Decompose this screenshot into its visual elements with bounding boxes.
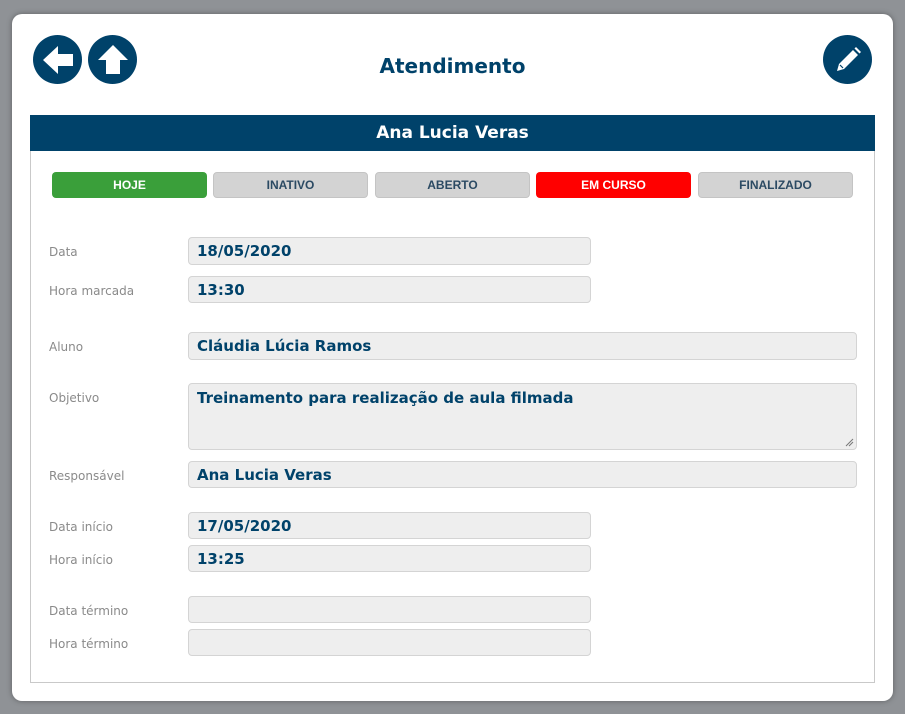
hora-inicio-label: Hora início	[49, 553, 114, 567]
hora-termino-label: Hora término	[49, 637, 129, 651]
status-button-aberto[interactable]: ABERTO	[375, 172, 530, 198]
status-button-em-curso[interactable]: EM CURSO	[536, 172, 691, 198]
data-termino-field[interactable]	[188, 596, 591, 623]
edit-button[interactable]	[823, 35, 872, 84]
pencil-icon	[836, 46, 861, 71]
aluno-field[interactable]: Cláudia Lúcia Ramos	[188, 332, 857, 360]
objetivo-textarea[interactable]: Treinamento para realização de aula film…	[188, 383, 857, 450]
resize-grip-icon[interactable]	[845, 438, 854, 447]
status-button-inativo[interactable]: INATIVO	[213, 172, 368, 198]
data-field[interactable]: 18/05/2020	[188, 237, 591, 265]
data-inicio-field[interactable]: 17/05/2020	[188, 512, 591, 539]
hora-termino-field[interactable]	[188, 629, 591, 656]
data-termino-label: Data término	[49, 604, 129, 618]
aluno-label: Aluno	[49, 340, 84, 354]
hora-marcada-field[interactable]: 13:30	[188, 276, 591, 303]
data-label: Data	[49, 245, 78, 259]
responsavel-label: Responsável	[49, 469, 125, 483]
hora-inicio-field[interactable]: 13:25	[188, 545, 591, 572]
record-name-bar: Ana Lucia Veras	[30, 115, 875, 151]
status-button-finalizado[interactable]: FINALIZADO	[698, 172, 853, 198]
hora-marcada-label: Hora marcada	[49, 284, 135, 298]
objetivo-text: Treinamento para realização de aula film…	[197, 389, 574, 407]
page-title: Atendimento	[379, 54, 526, 78]
data-inicio-label: Data início	[49, 520, 114, 534]
objetivo-label: Objetivo	[49, 391, 100, 405]
form-card: Atendimento Ana Lucia Veras HOJE INATIVO…	[12, 14, 893, 701]
status-button-hoje[interactable]: HOJE	[52, 172, 207, 198]
responsavel-field[interactable]: Ana Lucia Veras	[188, 461, 857, 488]
